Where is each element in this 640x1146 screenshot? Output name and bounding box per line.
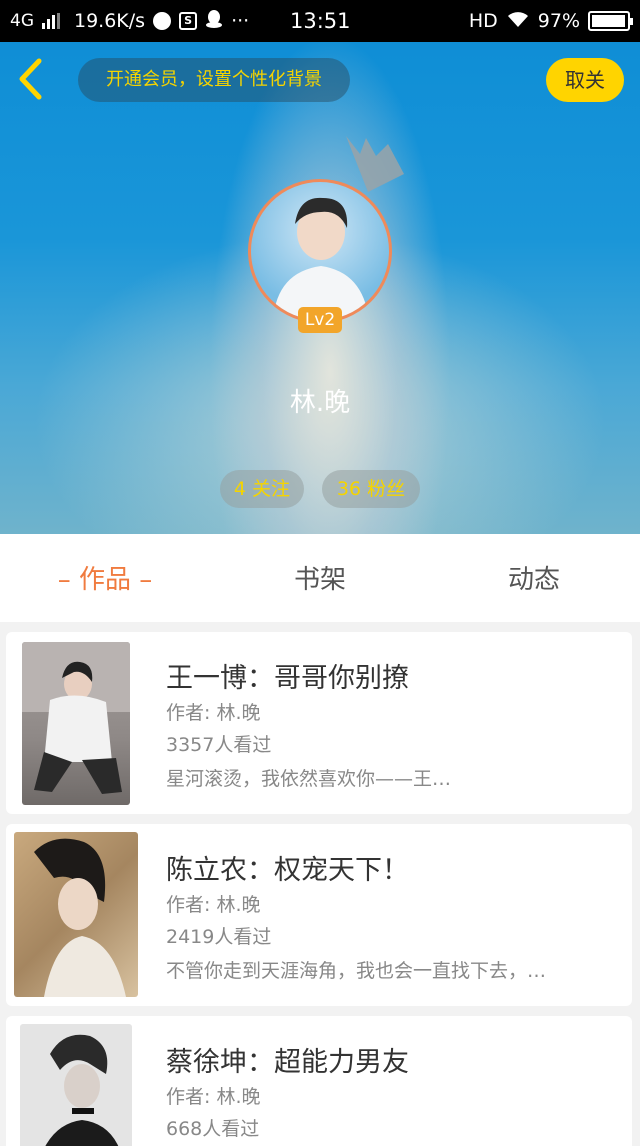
- more-notifications: ···: [231, 10, 250, 32]
- work-author: 作者: 林.晚: [166, 1086, 261, 1108]
- tab-works[interactable]: – 作品 –: [40, 534, 170, 622]
- fans-count[interactable]: 36 粉丝: [322, 470, 420, 508]
- profile-tabs: – 作品 – 书架 动态: [0, 534, 640, 622]
- status-bar: 4G 19.6K/s S ··· 13:51 HD 97%: [0, 0, 640, 42]
- profile-header: 开通会员，设置个性化背景 取关 Lv2 林.晚 4 关注 36 粉丝: [0, 42, 640, 534]
- hd-indicator: HD: [468, 10, 498, 32]
- work-cover: [22, 642, 130, 805]
- battery-icon: [588, 11, 633, 31]
- tab-activity[interactable]: 动态: [474, 534, 594, 622]
- signal-icon: [42, 13, 60, 29]
- work-cover: [20, 1024, 132, 1146]
- qq-icon: [205, 9, 223, 34]
- work-title: 陈立农：权宠天下！: [166, 855, 409, 886]
- browser-icon: [153, 12, 172, 30]
- work-cover: [14, 832, 138, 997]
- work-views: 668人看过: [166, 1118, 260, 1140]
- work-views: 2419人看过: [166, 926, 272, 948]
- chevron-left-icon: [19, 58, 42, 100]
- wifi-icon: [506, 10, 530, 33]
- network-type: 4G: [10, 11, 34, 31]
- work-description: 星河滚烫，我依然喜欢你——王…: [166, 768, 452, 790]
- battery-percent: 97%: [537, 10, 580, 32]
- work-description: 不管你走到天涯海角，我也会一直找下去，…: [166, 960, 547, 982]
- avatar[interactable]: [248, 179, 392, 323]
- work-title: 王一博：哥哥你别撩: [166, 663, 409, 694]
- clock: 13:51: [290, 9, 351, 33]
- work-title: 蔡徐坤：超能力男友: [166, 1047, 409, 1078]
- work-card[interactable]: 蔡徐坤：超能力男友 作者: 林.晚 668人看过: [6, 1016, 632, 1146]
- work-author: 作者: 林.晚: [166, 894, 261, 916]
- following-count[interactable]: 4 关注: [220, 470, 304, 508]
- level-badge: Lv2: [298, 307, 342, 333]
- unfollow-button[interactable]: 取关: [546, 58, 624, 102]
- avatar-photo: [273, 197, 369, 320]
- profile-page: 4G 19.6K/s S ··· 13:51 HD 97% 开通会员，设置个性化…: [0, 0, 640, 1146]
- work-views: 3357人看过: [166, 734, 272, 756]
- username: 林.晚: [289, 388, 351, 418]
- s-app-icon: S: [179, 12, 198, 30]
- vip-background-banner[interactable]: 开通会员，设置个性化背景: [78, 58, 350, 102]
- back-button[interactable]: [12, 56, 48, 102]
- tab-bookshelf[interactable]: 书架: [260, 534, 380, 622]
- network-speed: 19.6K/s: [74, 10, 146, 32]
- work-author: 作者: 林.晚: [166, 702, 261, 724]
- work-card[interactable]: 陈立农：权宠天下！ 作者: 林.晚 2419人看过 不管你走到天涯海角，我也会一…: [6, 824, 632, 1006]
- work-card[interactable]: 王一博：哥哥你别撩 作者: 林.晚 3357人看过 星河滚烫，我依然喜欢你——王…: [6, 632, 632, 814]
